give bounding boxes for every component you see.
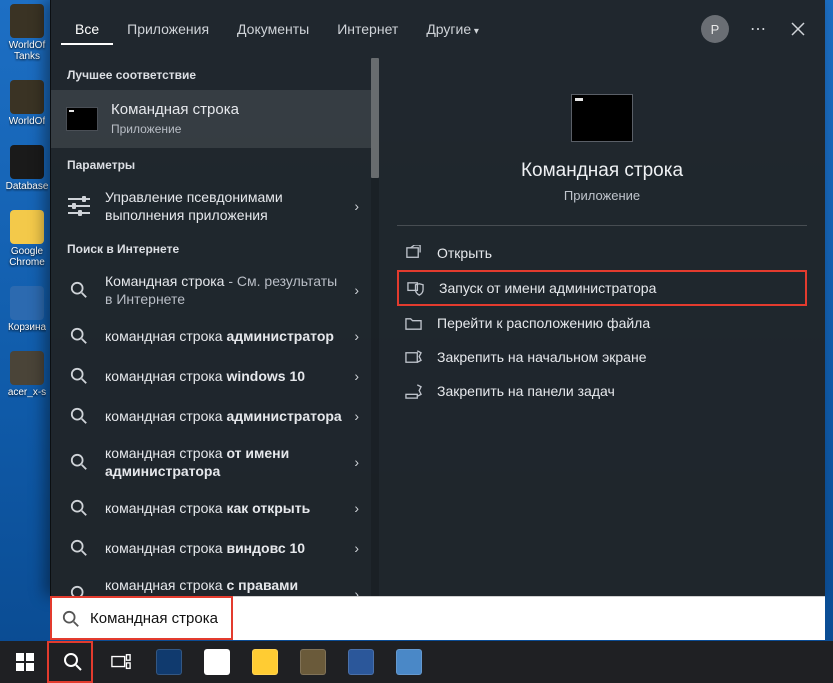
web-suggestion[interactable]: Командная строка - См. результаты в Инте… bbox=[51, 264, 371, 316]
windows-icon bbox=[15, 652, 35, 672]
taskbar-app[interactable] bbox=[386, 641, 432, 683]
tab-Все[interactable]: Все bbox=[61, 13, 113, 45]
pin-task-icon bbox=[403, 382, 423, 400]
desktop-icon[interactable]: WorldOf bbox=[6, 80, 48, 127]
web-suggestion[interactable]: командная строка виндовс 10› bbox=[51, 528, 371, 568]
action-open[interactable]: Открыть bbox=[397, 236, 807, 270]
start-button[interactable] bbox=[2, 641, 48, 683]
search-icon bbox=[70, 585, 88, 596]
taskbar-app[interactable] bbox=[338, 641, 384, 683]
chevron-right-icon: › bbox=[354, 586, 359, 596]
movies-icon bbox=[156, 649, 182, 675]
explorer-icon bbox=[252, 649, 278, 675]
section-best-match: Лучшее соответствие bbox=[51, 58, 371, 90]
web-suggestion[interactable]: командная строка администратора› bbox=[51, 396, 371, 436]
web-suggestion[interactable]: командная строка от имени администратора… bbox=[51, 436, 371, 488]
scrollbar-thumb[interactable] bbox=[371, 58, 379, 178]
search-icon bbox=[62, 610, 80, 628]
search-flyout-panel: ВсеПриложенияДокументыИнтернетДругие P ⋯… bbox=[50, 0, 825, 596]
preview-column: Командная строка Приложение ОткрытьЗапус… bbox=[379, 58, 825, 596]
chevron-right-icon: › bbox=[354, 368, 359, 384]
search-icon bbox=[70, 407, 88, 425]
desktop-icon[interactable]: acer_x-s bbox=[6, 351, 48, 398]
preview-title: Командная строка bbox=[521, 160, 683, 182]
taskview-button[interactable] bbox=[98, 641, 144, 683]
desktop-icon[interactable]: Google Chrome bbox=[6, 210, 48, 268]
params-item-aliases[interactable]: Управление псевдонимами выполнения прило… bbox=[51, 180, 371, 232]
web-suggestion[interactable]: командная строка с правами администратор… bbox=[51, 568, 371, 596]
folder-icon bbox=[403, 314, 423, 332]
taskbar-app[interactable] bbox=[290, 641, 336, 683]
close-button[interactable] bbox=[781, 12, 815, 46]
desktop-icons: WorldOf Tanks WorldOf Database Google Chrom… bbox=[6, 4, 48, 398]
divider bbox=[397, 225, 807, 226]
tab-Интернет[interactable]: Интернет bbox=[323, 13, 412, 45]
chrome-icon bbox=[204, 649, 230, 675]
close-icon bbox=[791, 22, 805, 36]
pin-start-icon bbox=[403, 348, 423, 366]
action-folder[interactable]: Перейти к расположению файла bbox=[397, 306, 807, 340]
desktop-icon[interactable]: WorldOf Tanks bbox=[6, 4, 48, 62]
app1-icon bbox=[300, 649, 326, 675]
preview-sub: Приложение bbox=[564, 188, 640, 203]
scrollbar[interactable] bbox=[371, 58, 379, 596]
avatar[interactable]: P bbox=[701, 15, 729, 43]
search-icon bbox=[70, 367, 88, 385]
chevron-right-icon: › bbox=[354, 454, 359, 470]
search-icon bbox=[70, 499, 88, 517]
shield-icon bbox=[405, 279, 425, 297]
chevron-right-icon: › bbox=[354, 282, 359, 298]
tabs: ВсеПриложенияДокументыИнтернетДругие bbox=[61, 13, 493, 45]
best-match-sub: Приложение bbox=[111, 120, 343, 138]
cmd-icon bbox=[66, 107, 98, 131]
best-match-result[interactable]: Командная строка Приложение bbox=[51, 90, 371, 148]
chevron-right-icon: › bbox=[354, 500, 359, 516]
app2-icon bbox=[396, 649, 422, 675]
action-pin-start[interactable]: Закрепить на начальном экране bbox=[397, 340, 807, 374]
tab-Приложения[interactable]: Приложения bbox=[113, 13, 223, 45]
search-icon bbox=[63, 652, 83, 672]
desktop-icon[interactable]: Database bbox=[6, 145, 48, 192]
section-web: Поиск в Интернете bbox=[51, 232, 371, 264]
search-icon bbox=[70, 327, 88, 345]
search-icon bbox=[70, 539, 88, 557]
chevron-right-icon: › bbox=[354, 328, 359, 344]
taskbar bbox=[0, 641, 833, 683]
search-icon bbox=[70, 453, 88, 471]
tab-Другие[interactable]: Другие bbox=[412, 13, 493, 45]
action-shield[interactable]: Запуск от имени администратора bbox=[397, 270, 807, 306]
taskbar-app[interactable] bbox=[194, 641, 240, 683]
web-suggestion[interactable]: командная строка windows 10› bbox=[51, 356, 371, 396]
sliders-icon bbox=[68, 197, 90, 215]
desktop-icon[interactable]: Корзина bbox=[6, 286, 48, 333]
web-suggestion[interactable]: командная строка как открыть› bbox=[51, 488, 371, 528]
search-icon bbox=[70, 281, 88, 299]
panel-header: ВсеПриложенияДокументыИнтернетДругие P ⋯ bbox=[51, 0, 825, 58]
taskview-icon bbox=[111, 652, 131, 672]
tab-Документы[interactable]: Документы bbox=[223, 13, 323, 45]
more-button[interactable]: ⋯ bbox=[741, 12, 775, 46]
search-box[interactable] bbox=[50, 596, 825, 640]
best-match-title: Командная строка bbox=[111, 101, 343, 119]
word-icon bbox=[348, 649, 374, 675]
taskbar-search-button[interactable] bbox=[50, 641, 96, 683]
section-parameters: Параметры bbox=[51, 148, 371, 180]
results-column: Лучшее соответствие Командная строка При… bbox=[51, 58, 379, 596]
chevron-right-icon: › bbox=[354, 408, 359, 424]
search-input[interactable] bbox=[90, 610, 813, 627]
taskbar-app[interactable] bbox=[242, 641, 288, 683]
preview-cmd-icon bbox=[571, 94, 633, 142]
chevron-right-icon: › bbox=[354, 198, 359, 214]
web-suggestion[interactable]: командная строка администратор› bbox=[51, 316, 371, 356]
action-pin-task[interactable]: Закрепить на панели задач bbox=[397, 374, 807, 408]
taskbar-app[interactable] bbox=[146, 641, 192, 683]
chevron-right-icon: › bbox=[354, 540, 359, 556]
open-icon bbox=[403, 244, 423, 262]
